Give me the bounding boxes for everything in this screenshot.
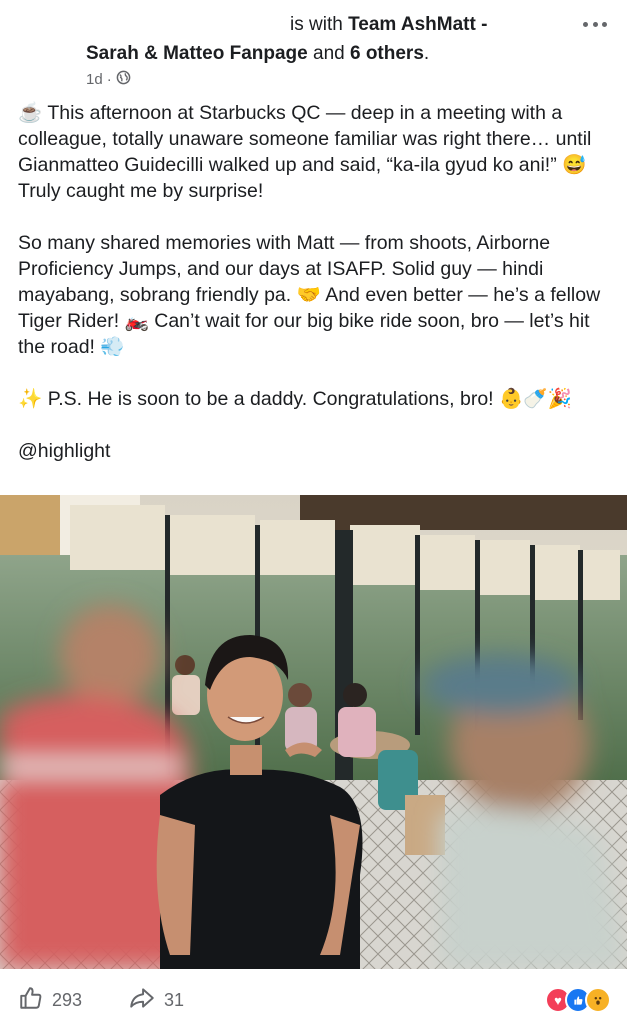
tagged-line-1: is with Team AshMatt - (290, 14, 487, 36)
thumbs-up-icon[interactable] (18, 985, 44, 1016)
share-count: 31 (164, 990, 185, 1010)
and-text: and (307, 43, 350, 64)
share-arrow-icon[interactable] (128, 985, 156, 1016)
post-footer: 293 31 ♥ (0, 969, 627, 1024)
cafe-group-photo (0, 495, 627, 969)
globe-icon[interactable] (116, 70, 131, 89)
share-action[interactable]: 31 (128, 985, 184, 1016)
wow-icon (585, 987, 611, 1013)
highlight-mention[interactable]: @highlight (18, 438, 610, 464)
post-paragraph-2: So many shared memories with Matt — from… (18, 232, 606, 358)
post-time[interactable]: 1d (86, 71, 103, 88)
group-link-part2[interactable]: Sarah & Matteo Fanpage (86, 43, 308, 64)
more-options-icon[interactable] (583, 16, 607, 32)
like-count: 293 (52, 990, 83, 1010)
post-paragraph-3: ✨ P.S. He is soon to be a daddy. Congrat… (18, 388, 572, 410)
is-with-text: is with (290, 14, 349, 35)
period-text: . (423, 43, 430, 64)
others-link[interactable]: 6 others (350, 43, 424, 64)
post-header: is with Team AshMatt - Sarah & Matteo Fa… (0, 0, 627, 95)
post-meta: 1d · (86, 70, 131, 89)
reaction-summary[interactable]: ♥ (545, 987, 611, 1013)
post-text: ☕ This afternoon at Starbucks QC — deep … (18, 100, 610, 464)
post-paragraph-1: ☕ This afternoon at Starbucks QC — deep … (18, 102, 597, 202)
tagged-line-2: Sarah & Matteo Fanpage and 6 others. (86, 43, 429, 65)
post-photo[interactable] (0, 495, 627, 969)
meta-separator: · (106, 71, 112, 88)
group-link-part1[interactable]: Team AshMatt - (348, 14, 487, 35)
like-action[interactable]: 293 (18, 985, 82, 1016)
